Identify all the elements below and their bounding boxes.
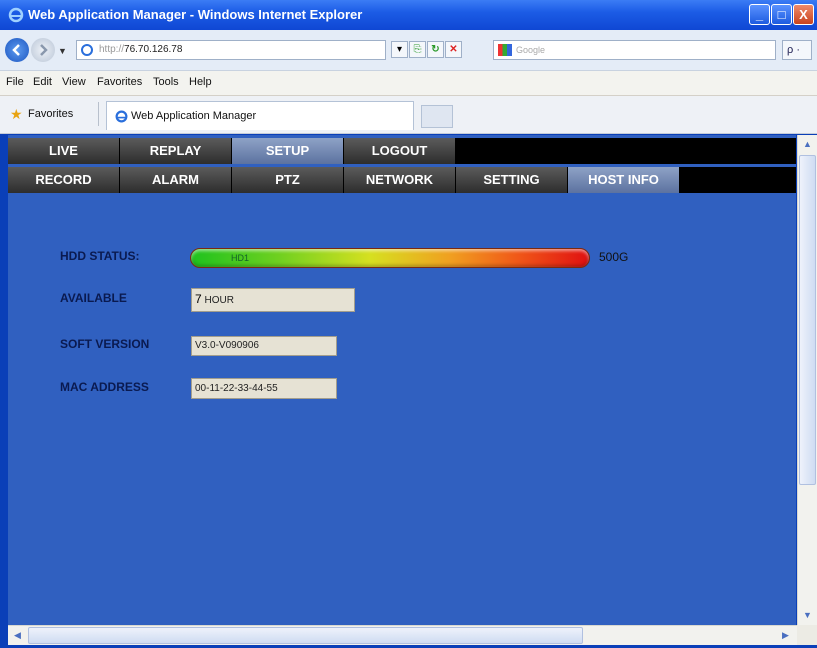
- forward-button[interactable]: [31, 38, 55, 62]
- tab-title: Web Application Manager: [131, 110, 257, 122]
- compatibility-icon[interactable]: ⎘: [409, 41, 426, 58]
- hdd-status-bar: HD1: [190, 248, 590, 268]
- favorites-divider: [98, 102, 99, 126]
- browser-tab[interactable]: Web Application Manager: [106, 101, 414, 130]
- menu-favorites[interactable]: Favorites: [97, 76, 142, 88]
- app-content: LIVE REPLAY SETUP LOGOUT RECORD ALARM PT…: [8, 135, 796, 625]
- tab-ptz[interactable]: PTZ: [232, 167, 344, 193]
- hdd-status-label: HDD STATUS:: [60, 249, 140, 263]
- nav-replay[interactable]: REPLAY: [120, 138, 232, 164]
- tab-setting[interactable]: SETTING: [456, 167, 568, 193]
- new-tab-button[interactable]: [421, 105, 453, 128]
- search-placeholder: Google: [516, 45, 546, 55]
- address-toolbar: ▼ http://76.70.126.78 ▾ ⎘ ↻ ✕ Google ρ ·: [0, 30, 817, 71]
- menu-tools[interactable]: Tools: [153, 76, 179, 88]
- forward-arrow-icon: [40, 44, 48, 56]
- soft-version-field: V3.0-V090906: [191, 336, 337, 356]
- soft-version-label: SOFT VERSION: [60, 337, 150, 351]
- window-border-left: [0, 135, 8, 648]
- hdd-size: 500G: [599, 250, 629, 264]
- available-unit: HOUR: [204, 295, 234, 306]
- scroll-left-icon[interactable]: ◀: [10, 628, 25, 643]
- ie-logo-icon: [8, 7, 24, 23]
- nav-setup[interactable]: SETUP: [232, 138, 344, 164]
- refresh-icon[interactable]: ↻: [427, 41, 444, 58]
- scroll-down-icon[interactable]: ▼: [800, 608, 815, 623]
- hdd-name: HD1: [231, 253, 250, 263]
- stop-icon[interactable]: ✕: [445, 41, 462, 58]
- menu-bar: File Edit View Favorites Tools Help: [0, 71, 817, 96]
- menu-help[interactable]: Help: [189, 76, 212, 88]
- title-bar: Web Application Manager - Windows Intern…: [0, 0, 817, 30]
- favorites-star-icon: ★: [10, 106, 23, 122]
- history-dropdown[interactable]: ▼: [58, 46, 67, 56]
- minimize-button[interactable]: _: [749, 4, 770, 25]
- tab-alarm[interactable]: ALARM: [120, 167, 232, 193]
- address-dropdown-button[interactable]: ▾: [391, 41, 408, 58]
- nav-live[interactable]: LIVE: [8, 138, 120, 164]
- vertical-scroll-thumb[interactable]: [799, 155, 816, 485]
- browser-window: Web Application Manager - Windows Intern…: [0, 0, 817, 648]
- nav-logout[interactable]: LOGOUT: [344, 138, 456, 164]
- horizontal-scroll-thumb[interactable]: [28, 627, 583, 644]
- window-title: Web Application Manager - Windows Intern…: [28, 7, 363, 22]
- url-text: http://76.70.126.78: [99, 44, 183, 55]
- scroll-up-icon[interactable]: ▲: [800, 137, 815, 152]
- available-number: 7: [195, 292, 202, 306]
- scrollbar-corner: [797, 625, 817, 645]
- mac-address-label: MAC ADDRESS: [60, 380, 149, 394]
- maximize-button[interactable]: □: [771, 4, 792, 25]
- horizontal-scrollbar[interactable]: ◀ ▶: [8, 625, 797, 645]
- available-label: AVAILABLE: [60, 291, 127, 305]
- page-icon: [81, 44, 93, 56]
- search-button[interactable]: ρ ·: [782, 40, 812, 60]
- tab-record[interactable]: RECORD: [8, 167, 120, 193]
- menu-edit[interactable]: Edit: [33, 76, 52, 88]
- back-arrow-icon: [12, 44, 20, 56]
- mac-address-field: 00-11-22-33-44-55: [191, 378, 337, 399]
- available-field: 7 HOUR: [191, 288, 355, 312]
- tab-network[interactable]: NETWORK: [344, 167, 456, 193]
- menu-file[interactable]: File: [6, 76, 24, 88]
- back-button[interactable]: [5, 38, 29, 62]
- tab-host-info[interactable]: HOST INFO: [568, 167, 680, 193]
- vertical-scrollbar[interactable]: ▲ ▼: [797, 135, 817, 625]
- tab-ie-icon: [115, 110, 128, 123]
- favorites-button[interactable]: Favorites: [28, 108, 73, 120]
- top-navigation: LIVE REPLAY SETUP LOGOUT: [8, 138, 796, 164]
- close-button[interactable]: X: [793, 4, 814, 25]
- favorites-bar: ★ Favorites Web Application Manager: [0, 96, 817, 134]
- google-logo-icon: [498, 44, 512, 56]
- search-input[interactable]: Google: [493, 40, 776, 60]
- scroll-right-icon[interactable]: ▶: [778, 628, 793, 643]
- address-bar[interactable]: http://76.70.126.78: [76, 40, 386, 60]
- menu-view[interactable]: View: [62, 76, 86, 88]
- sub-navigation: RECORD ALARM PTZ NETWORK SETTING HOST IN…: [8, 167, 796, 193]
